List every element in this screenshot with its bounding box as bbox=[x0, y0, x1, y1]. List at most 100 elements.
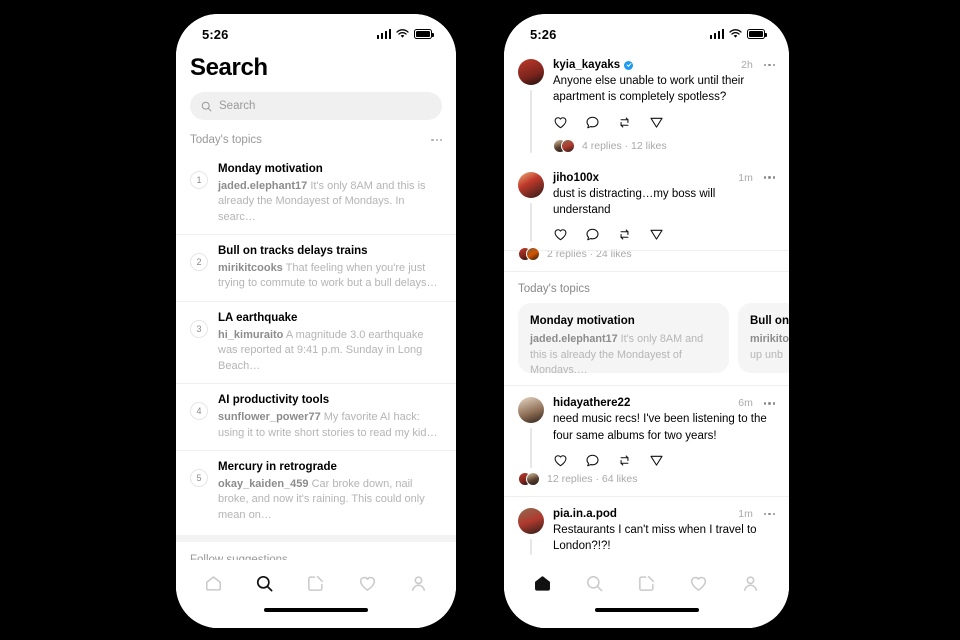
trend-rank: 5 bbox=[190, 469, 208, 488]
post-actions bbox=[553, 227, 775, 242]
left-scroll-body[interactable]: Search Search Today's topics 1 Monday mo… bbox=[176, 48, 456, 560]
avatar bbox=[561, 138, 575, 153]
thread-line bbox=[530, 90, 532, 153]
tab-home[interactable] bbox=[197, 566, 231, 600]
search-placeholder: Search bbox=[219, 100, 256, 112]
avatar[interactable] bbox=[518, 171, 544, 198]
share-icon[interactable] bbox=[649, 453, 664, 468]
share-icon[interactable] bbox=[649, 115, 664, 130]
post-username[interactable]: pia.in.a.pod bbox=[553, 508, 617, 520]
trend-user: mirikitcooks bbox=[218, 261, 283, 274]
avatar[interactable] bbox=[518, 397, 544, 424]
trend-snippet: okay_kaiden_459 Car broke down, nail bro… bbox=[218, 477, 442, 524]
more-options-icon[interactable] bbox=[763, 512, 775, 516]
trend-row[interactable]: 2 Bull on tracks delays trains mirikitco… bbox=[176, 234, 456, 301]
wifi-icon bbox=[729, 29, 742, 38]
tab-profile[interactable] bbox=[734, 566, 768, 600]
post-item[interactable]: kyia_kayaks 2h Anyone else unable to wor… bbox=[504, 48, 789, 161]
post-meta[interactable]: 4 replies · 12 likes bbox=[553, 138, 775, 153]
tab-compose[interactable] bbox=[629, 566, 663, 600]
replier-avatars bbox=[518, 471, 540, 486]
share-icon[interactable] bbox=[649, 227, 664, 242]
trend-rank: 2 bbox=[190, 253, 208, 272]
tab-profile[interactable] bbox=[401, 566, 435, 600]
trend-row[interactable]: 4 AI productivity tools sunflower_power7… bbox=[176, 383, 456, 450]
post-item[interactable]: pia.in.a.pod 1m Restaurants I can't miss… bbox=[504, 495, 789, 555]
reply-icon[interactable] bbox=[585, 115, 600, 130]
reply-icon[interactable] bbox=[585, 453, 600, 468]
repost-icon[interactable] bbox=[617, 227, 632, 242]
status-icons bbox=[709, 29, 767, 39]
post-item[interactable]: jiho100x 1m dust is distracting…my boss … bbox=[504, 161, 789, 252]
replier-avatars bbox=[553, 138, 575, 153]
thread-line bbox=[530, 538, 532, 555]
todays-topics-label: Today's topics bbox=[518, 283, 590, 296]
tab-activity[interactable] bbox=[682, 566, 716, 600]
post-header: jiho100x 1m bbox=[553, 172, 775, 184]
trend-row[interactable]: 5 Mercury in retrograde okay_kaiden_459 … bbox=[176, 450, 456, 532]
more-options-icon[interactable] bbox=[431, 138, 442, 142]
tab-compose[interactable] bbox=[299, 566, 333, 600]
home-icon bbox=[206, 575, 222, 591]
trend-rank: 4 bbox=[190, 402, 208, 421]
todays-topics-carousel: Today's topics Monday motivation jaded.e… bbox=[504, 271, 789, 385]
search-icon bbox=[201, 101, 212, 111]
trend-snippet: hi_kimuraito A magnitude 3.0 earthquake … bbox=[218, 328, 442, 375]
repost-icon[interactable] bbox=[617, 115, 632, 130]
reply-icon[interactable] bbox=[585, 227, 600, 242]
topic-card-title: Monday motivation bbox=[530, 315, 635, 328]
post-header: kyia_kayaks 2h bbox=[553, 59, 775, 71]
post-timestamp: 6m bbox=[738, 397, 753, 410]
trend-row[interactable]: 3 LA earthquake hi_kimuraito A magnitude… bbox=[176, 301, 456, 383]
like-icon[interactable] bbox=[553, 453, 568, 468]
like-icon[interactable] bbox=[553, 227, 568, 242]
topic-cards[interactable]: Monday motivation jaded.elephant17 It's … bbox=[504, 303, 789, 385]
status-time: 5:26 bbox=[202, 26, 229, 42]
more-options-icon[interactable] bbox=[763, 63, 775, 67]
home-indicator bbox=[176, 606, 456, 628]
tab-home[interactable] bbox=[525, 566, 559, 600]
post-text: dust is distracting…my boss will underst… bbox=[553, 187, 716, 216]
page-title: Search bbox=[190, 54, 268, 81]
home-icon bbox=[534, 575, 550, 591]
trend-row[interactable]: 1 Monday motivation jaded.elephant17 It'… bbox=[176, 153, 456, 234]
verified-badge-icon bbox=[624, 60, 634, 70]
trend-snippet: sunflower_power77 My favorite AI hack: u… bbox=[218, 410, 442, 441]
post-username[interactable]: kyia_kayaks bbox=[553, 59, 620, 71]
post-actions bbox=[553, 115, 775, 130]
search-input[interactable]: Search bbox=[190, 92, 442, 120]
trend-title: AI productivity tools bbox=[218, 394, 330, 407]
tab-activity[interactable] bbox=[350, 566, 384, 600]
heart-icon bbox=[359, 576, 375, 591]
topic-card[interactable]: Bull on mirikito up unb bbox=[738, 303, 789, 374]
avatar[interactable] bbox=[518, 59, 544, 85]
tab-search[interactable] bbox=[248, 566, 282, 600]
post-item[interactable]: hidayathere22 6m need music recs! I've b… bbox=[504, 385, 789, 476]
screenshot-stage: 5:26 Search Search Today's topics 1 Mond… bbox=[0, 0, 960, 640]
trend-snippet: mirikitcooks That feeling when you're ju… bbox=[218, 261, 442, 292]
more-options-icon[interactable] bbox=[763, 176, 775, 179]
post-meta-text: 4 replies · 12 likes bbox=[582, 139, 667, 152]
follow-suggestions-label: Follow suggestions bbox=[190, 553, 288, 561]
topic-card-snippet: mirikito up unb bbox=[750, 332, 789, 363]
avatar[interactable] bbox=[518, 507, 544, 534]
post-username[interactable]: jiho100x bbox=[553, 172, 599, 184]
trend-snippet: jaded.elephant17 It's only 8AM and this … bbox=[218, 179, 442, 226]
right-scroll-body[interactable]: kyia_kayaks 2h Anyone else unable to wor… bbox=[504, 48, 789, 560]
battery-icon bbox=[414, 29, 434, 39]
trend-rank: 3 bbox=[190, 320, 208, 339]
trend-rank: 1 bbox=[190, 171, 208, 189]
more-options-icon[interactable] bbox=[763, 402, 775, 405]
post-username[interactable]: hidayathere22 bbox=[553, 397, 630, 409]
thread-line bbox=[530, 428, 532, 468]
like-icon[interactable] bbox=[553, 115, 568, 130]
right-tab-bar bbox=[504, 560, 789, 606]
search-icon bbox=[586, 575, 603, 591]
repost-icon[interactable] bbox=[617, 453, 632, 468]
post-text: Restaurants I can't miss when I travel t… bbox=[553, 523, 757, 553]
compose-icon bbox=[639, 575, 655, 591]
thread-line bbox=[530, 202, 532, 243]
topic-card[interactable]: Monday motivation jaded.elephant17 It's … bbox=[518, 303, 729, 374]
person-icon bbox=[411, 575, 425, 591]
tab-search[interactable] bbox=[577, 566, 611, 600]
